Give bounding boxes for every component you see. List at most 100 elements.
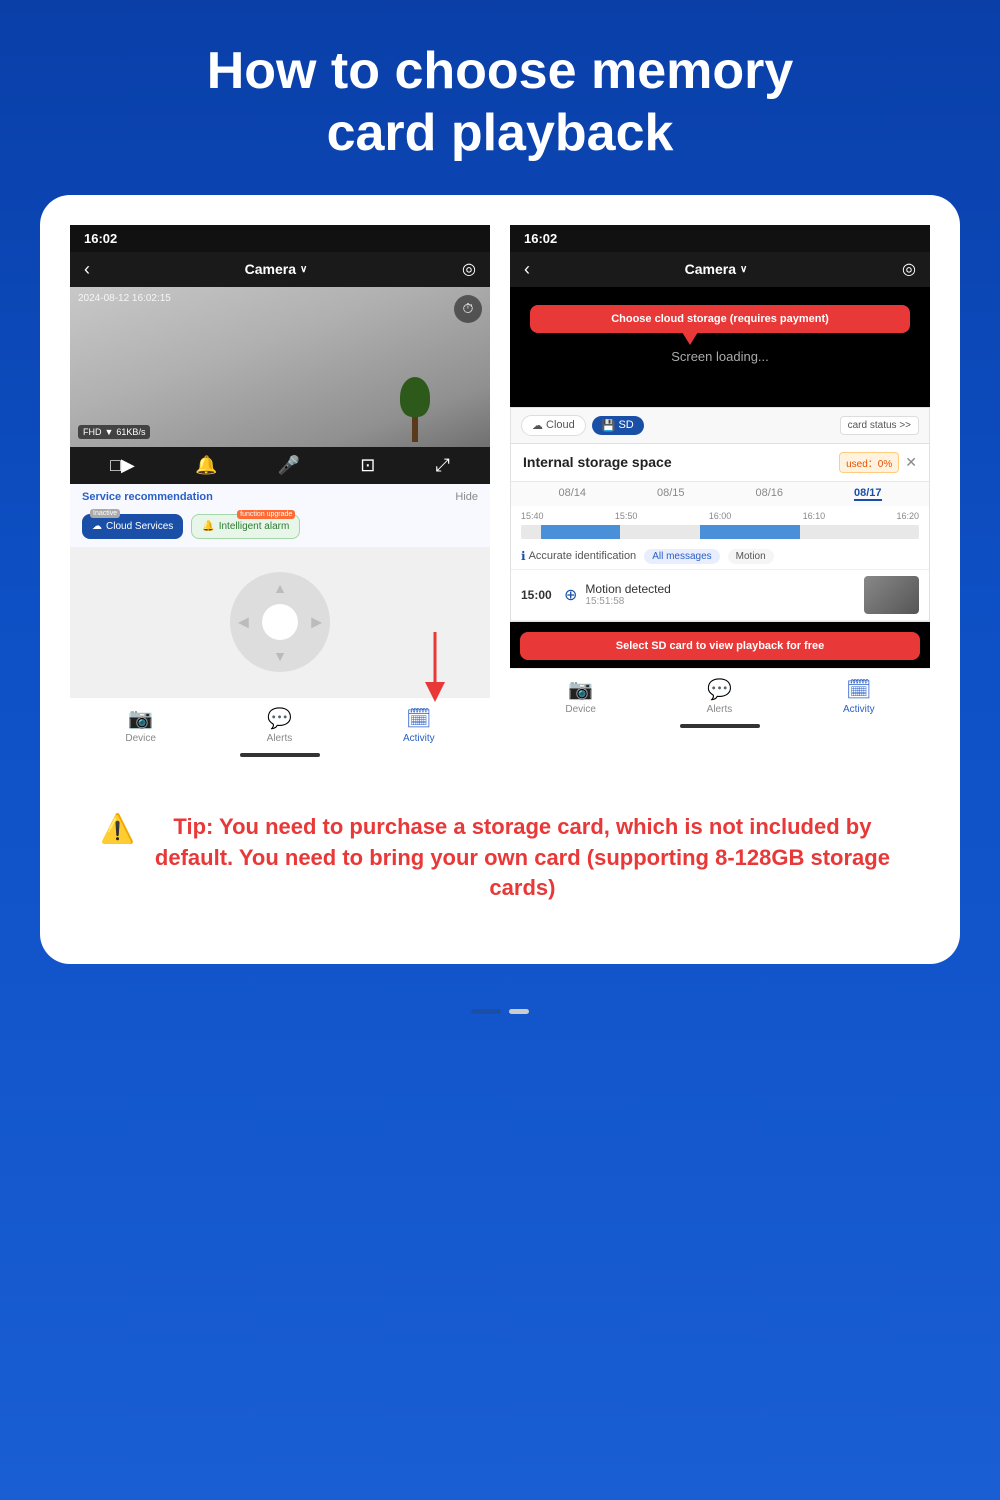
playback-icon[interactable]: ⏱ xyxy=(454,295,482,323)
right-bottom-nav: 📷 Device 💬 Alerts 🗓 Activity xyxy=(510,668,930,719)
chevron-down-icon: ∨ xyxy=(300,264,307,275)
right-camera-label: Camera ∨ xyxy=(685,261,748,277)
cloud-icon: ☁ xyxy=(92,521,102,532)
sd-tooltip: Select SD card to view playback for free xyxy=(520,632,920,660)
main-card: 16:02 ‹ Camera ∨ ◎ 2024-08-12 16:02:15 ⏱ xyxy=(40,195,960,964)
right-phone: 16:02 ‹ Camera ∨ ◎ Screen loading... xyxy=(510,225,930,733)
timeline-bar[interactable] xyxy=(521,525,919,539)
activity-label: Activity xyxy=(403,733,435,744)
event-time: 15:00 xyxy=(521,588,556,602)
info-icon: ℹ xyxy=(521,549,526,563)
right-activity-icon: 🗓 xyxy=(846,677,871,702)
right-nav-alerts[interactable]: 💬 Alerts xyxy=(707,677,733,715)
page-title: How to choose memory card playback xyxy=(147,0,854,195)
date-08-17[interactable]: 08/17 xyxy=(854,487,882,501)
camera-timestamp: 2024-08-12 16:02:15 xyxy=(78,293,171,304)
date-strip: 08/14 08/15 08/16 08/17 xyxy=(511,482,929,506)
used-badge: used：0% xyxy=(839,452,899,473)
settings-icon[interactable]: ◎ xyxy=(462,259,476,279)
date-08-15[interactable]: 08/15 xyxy=(657,487,685,501)
event-title: Motion detected xyxy=(585,582,856,596)
storage-header: Internal storage space used：0% ✕ xyxy=(511,444,929,482)
timeline-area: 15:40 15:50 16:00 16:10 16:20 xyxy=(511,506,929,544)
alerts-icon: 💬 xyxy=(267,706,292,731)
left-home-indicator xyxy=(70,748,490,762)
right-phone-wrapper: 16:02 ‹ Camera ∨ ◎ Screen loading... xyxy=(510,225,930,762)
dpad-up-arrow[interactable]: ▲ xyxy=(273,580,287,596)
video-btn[interactable]: □▶ xyxy=(110,455,135,476)
device-icon: 📷 xyxy=(128,706,153,731)
cloud-services-button[interactable]: Inactive ☁ Cloud Services xyxy=(82,514,183,539)
dpad-right-arrow[interactable]: ▶ xyxy=(311,613,322,630)
left-nav-bar: ‹ Camera ∨ ◎ xyxy=(70,252,490,287)
dpad-center[interactable] xyxy=(262,604,298,640)
left-arrow-indicator xyxy=(410,632,460,707)
device-label: Device xyxy=(125,733,156,744)
activity-icon: 🗓 xyxy=(406,706,431,731)
right-time: 16:02 xyxy=(524,231,557,246)
timeline-segment-1 xyxy=(541,525,621,539)
left-time: 16:02 xyxy=(84,231,117,246)
right-device-label: Device xyxy=(565,704,596,715)
right-chevron-down-icon: ∨ xyxy=(740,264,747,275)
right-alerts-label: Alerts xyxy=(707,704,733,715)
sd-tab[interactable]: 💾 SD xyxy=(592,416,644,435)
fullscreen-btn[interactable]: ⤢ xyxy=(436,455,450,476)
tip-section: ⚠️ Tip: You need to purchase a storage c… xyxy=(70,792,930,924)
dot-1[interactable] xyxy=(471,1009,501,1014)
right-home-indicator xyxy=(510,719,930,733)
camera-controls: □▶ 🔔 🎤 ⊡ ⤢ xyxy=(70,447,490,484)
left-status-bar: 16:02 xyxy=(70,225,490,252)
page-dots xyxy=(471,994,529,1034)
camera-label: Camera ∨ xyxy=(245,261,308,277)
nav-device[interactable]: 📷 Device xyxy=(125,706,156,744)
speaker-btn[interactable]: 🔔 xyxy=(195,455,217,476)
cloud-storage-tooltip: Choose cloud storage (requires payment) xyxy=(530,305,910,333)
intelligent-alarm-button[interactable]: function upgrade 🔔 Intelligent alarm xyxy=(191,514,300,539)
right-settings-icon[interactable]: ◎ xyxy=(902,259,916,279)
timeline-segment-2 xyxy=(700,525,800,539)
accurate-row: ℹ Accurate identification All messages M… xyxy=(511,544,929,570)
event-sub: 15:51:58 xyxy=(585,596,856,607)
card-status-button[interactable]: card status >> xyxy=(840,416,919,435)
camera-feed: 2024-08-12 16:02:15 ⏱ FHD ▼ 61KB/s xyxy=(70,287,490,447)
storage-tabs: ☁ Cloud 💾 SD card status >> xyxy=(511,408,929,444)
fhd-badge: FHD ▼ 61KB/s xyxy=(78,425,150,439)
mic-btn[interactable]: 🎤 xyxy=(278,455,300,476)
date-08-16[interactable]: 08/16 xyxy=(755,487,783,501)
hide-button[interactable]: Hide xyxy=(455,491,478,503)
event-dot: ⊕ xyxy=(564,585,577,605)
all-messages-chip[interactable]: All messages xyxy=(644,549,719,564)
right-home-bar xyxy=(680,724,760,728)
right-alerts-icon: 💬 xyxy=(707,677,732,702)
right-back-icon[interactable]: ‹ xyxy=(524,259,530,280)
cloud-tab[interactable]: ☁ Cloud xyxy=(521,415,586,436)
dpad-down-arrow[interactable]: ▼ xyxy=(273,648,287,664)
nav-alerts[interactable]: 💬 Alerts xyxy=(267,706,293,744)
motion-chip[interactable]: Motion xyxy=(728,549,774,564)
right-nav-device[interactable]: 📷 Device xyxy=(565,677,596,715)
right-status-bar: 16:02 xyxy=(510,225,930,252)
right-nav-bar: ‹ Camera ∨ ◎ xyxy=(510,252,930,287)
timeline-labels: 15:40 15:50 16:00 16:10 16:20 xyxy=(521,511,919,521)
right-nav-activity[interactable]: 🗓 Activity xyxy=(843,677,875,715)
nav-activity[interactable]: 🗓 Activity xyxy=(403,706,435,744)
back-icon[interactable]: ‹ xyxy=(84,259,90,280)
function-upgrade-badge: function upgrade xyxy=(237,510,295,519)
event-info: Motion detected 15:51:58 xyxy=(585,582,856,607)
service-bar: Service recommendation Hide xyxy=(70,484,490,510)
cloud-tab-icon: ☁ xyxy=(532,419,543,432)
event-row: 15:00 ⊕ Motion detected 15:51:58 xyxy=(511,570,929,621)
dpad: ▲ ▼ ◀ ▶ xyxy=(230,572,330,672)
dot-2[interactable] xyxy=(509,1009,529,1014)
warning-icon: ⚠️ xyxy=(100,812,135,845)
dpad-left-arrow[interactable]: ◀ xyxy=(238,613,249,630)
close-button[interactable]: ✕ xyxy=(905,454,917,471)
date-08-14[interactable]: 08/14 xyxy=(558,487,586,501)
storage-panel: ☁ Cloud 💾 SD card status >> xyxy=(510,407,930,622)
crop-btn[interactable]: ⊡ xyxy=(360,455,375,476)
right-device-icon: 📷 xyxy=(568,677,593,702)
event-thumbnail[interactable] xyxy=(864,576,919,614)
tip-text: Tip: You need to purchase a storage card… xyxy=(145,812,900,904)
inactive-badge: Inactive xyxy=(90,509,120,518)
